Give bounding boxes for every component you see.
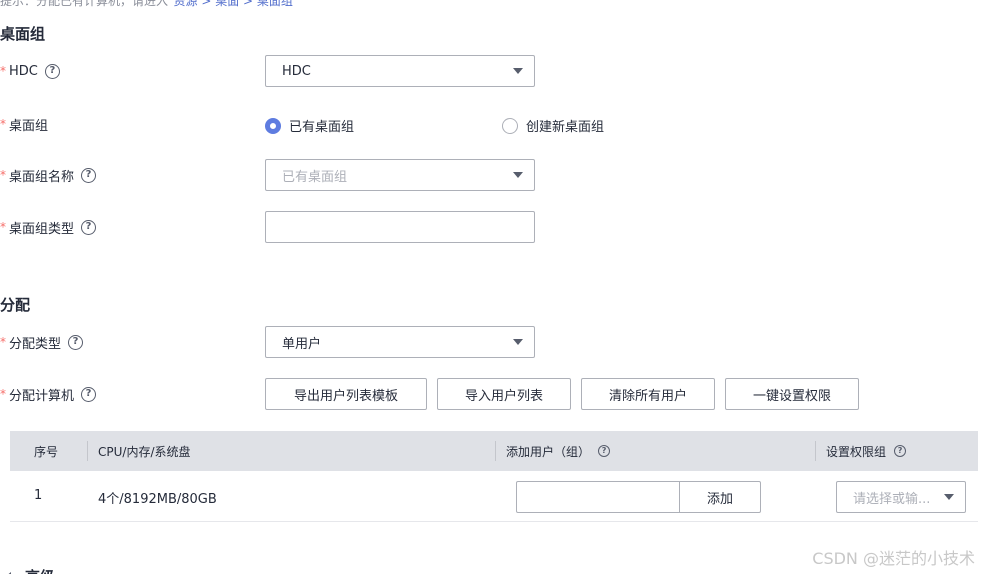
hdc-select-value: HDC xyxy=(282,63,311,79)
th-permission-group: 设置权限组 ? xyxy=(826,431,907,471)
add-user-group: 添加 xyxy=(516,481,761,513)
advanced-toggle[interactable]: 高级 xyxy=(0,566,55,574)
radio-existing-label: 已有桌面组 xyxy=(289,120,355,135)
required-mark: * xyxy=(0,117,6,131)
required-mark: * xyxy=(0,335,6,349)
set-permissions-button[interactable]: 一键设置权限 xyxy=(725,378,859,410)
hdc-select[interactable]: HDC xyxy=(265,55,535,87)
tip-text: 提示：分配已有计算机，请进入"资源 > 桌面 > 桌面组" xyxy=(0,0,298,9)
th-permission-group-label: 设置权限组 xyxy=(826,444,887,459)
clear-all-users-button[interactable]: 清除所有用户 xyxy=(581,378,715,410)
row-index: 1 xyxy=(34,488,43,503)
help-icon[interactable]: ? xyxy=(598,445,611,457)
tip-prefix: 提示：分配已有计算机，请进入 xyxy=(0,0,169,8)
th-spec: CPU/内存/系统盘 xyxy=(98,444,191,459)
help-icon[interactable]: ? xyxy=(68,334,84,350)
add-user-button[interactable]: 添加 xyxy=(680,482,760,512)
column-divider xyxy=(815,441,816,461)
help-icon[interactable]: ? xyxy=(44,63,60,79)
row-divider xyxy=(10,521,978,522)
assign-computer-label: 分配计算机 xyxy=(9,388,75,404)
export-template-button[interactable]: 导出用户列表模板 xyxy=(265,378,427,410)
required-mark: * xyxy=(0,168,6,182)
desktop-group-label: 桌面组 xyxy=(9,118,49,134)
permission-group-placeholder: 请选择或输... xyxy=(853,491,931,507)
group-name-placeholder: 已有桌面组 xyxy=(282,169,348,185)
th-add-user-label: 添加用户（组） xyxy=(506,444,591,459)
radio-new-group[interactable]: 创建新桌面组 xyxy=(502,116,604,135)
radio-existing-group[interactable]: 已有桌面组 xyxy=(265,116,354,135)
field-label-desktop-group: * 桌面组 xyxy=(0,114,48,134)
required-mark: * xyxy=(0,387,6,401)
group-name-label: 桌面组名称 xyxy=(9,169,75,185)
import-user-list-button[interactable]: 导入用户列表 xyxy=(437,378,571,410)
hdc-label: HDC xyxy=(9,63,38,79)
th-index: 序号 xyxy=(34,444,59,459)
table-header: 序号 CPU/内存/系统盘 添加用户（组） ? 设置权限组 ? xyxy=(10,431,978,471)
assign-type-select[interactable]: 单用户 xyxy=(265,326,535,358)
field-label-group-name: * 桌面组名称 ? xyxy=(0,165,97,185)
assign-type-value: 单用户 xyxy=(282,336,322,352)
th-add-user: 添加用户（组） ? xyxy=(506,431,611,471)
help-icon[interactable]: ? xyxy=(81,167,97,183)
column-divider xyxy=(495,441,496,461)
field-label-group-type: * 桌面组类型 ? xyxy=(0,217,97,237)
radio-new-label: 创建新桌面组 xyxy=(526,120,605,135)
help-icon[interactable]: ? xyxy=(81,386,97,402)
add-user-input[interactable] xyxy=(517,482,680,512)
caret-down-icon xyxy=(513,172,523,178)
advanced-label: 高级 xyxy=(25,566,55,574)
caret-down-icon xyxy=(513,68,523,74)
section-title-assign: 分配 xyxy=(0,296,31,314)
field-label-assign-computer: * 分配计算机 ? xyxy=(0,384,97,404)
group-name-select[interactable]: 已有桌面组 xyxy=(265,159,535,191)
group-type-input[interactable] xyxy=(265,211,535,243)
group-type-label: 桌面组类型 xyxy=(9,221,75,237)
help-icon[interactable]: ? xyxy=(81,219,97,235)
page: 提示：分配已有计算机，请进入"资源 > 桌面 > 桌面组" 桌面组 * HDC … xyxy=(0,0,981,574)
section-title-desktop-group: 桌面组 xyxy=(0,25,46,43)
permission-group-select[interactable]: 请选择或输... xyxy=(836,481,966,513)
radio-selected-icon xyxy=(265,117,281,134)
required-mark: * xyxy=(0,220,6,234)
help-icon[interactable]: ? xyxy=(894,445,907,457)
radio-unselected-icon xyxy=(502,117,518,134)
tip-path-link[interactable]: "资源 > 桌面 > 桌面组" xyxy=(168,0,298,8)
assign-type-label: 分配类型 xyxy=(9,336,62,352)
column-divider xyxy=(87,441,88,461)
watermark-text: CSDN @迷茫的小技术 xyxy=(812,549,975,568)
required-mark: * xyxy=(0,64,6,78)
field-label-assign-type: * 分配类型 ? xyxy=(0,332,84,352)
caret-down-icon xyxy=(513,339,523,345)
row-spec: 4个/8192MB/80GB xyxy=(98,492,217,507)
field-label-hdc: * HDC ? xyxy=(0,61,60,81)
caret-down-icon xyxy=(944,494,954,500)
